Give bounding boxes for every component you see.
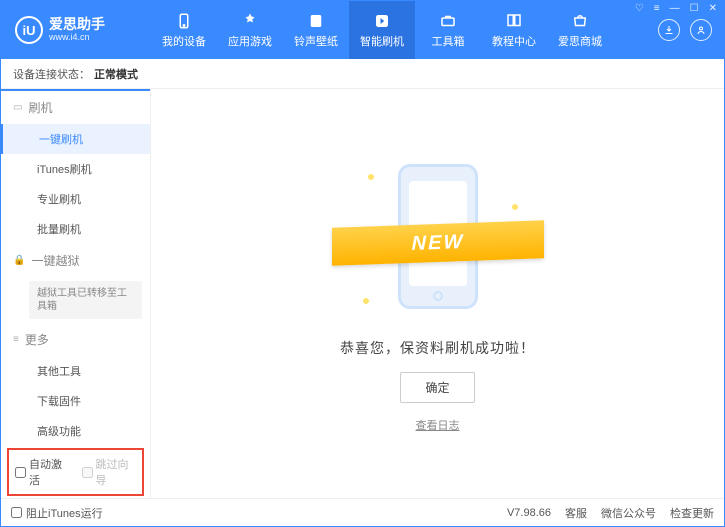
book-icon	[505, 12, 523, 30]
sidebar-item-download-fw[interactable]: 下载固件	[1, 386, 150, 416]
store-icon	[571, 12, 589, 30]
status-label: 设备连接状态：	[13, 66, 90, 82]
menu-icon[interactable]: ≡	[652, 3, 662, 14]
status-value: 正常模式	[94, 66, 138, 82]
sidebar-group-flash[interactable]: ▭ 刷机	[1, 89, 150, 124]
sidebar-item-oneclick[interactable]: 一键刷机	[1, 124, 150, 154]
jailbreak-note: 越狱工具已转移至工具箱	[29, 281, 142, 319]
sidebar-item-pro[interactable]: 专业刷机	[1, 184, 150, 214]
brand-name: 爱思助手	[49, 17, 105, 32]
top-nav: 我的设备 应用游戏 铃声壁纸 智能刷机 工具箱 教程中心 爱思商城	[151, 1, 646, 59]
nav-flash[interactable]: 智能刷机	[349, 1, 415, 59]
nav-ringtones[interactable]: 铃声壁纸	[283, 1, 349, 59]
nav-apps[interactable]: 应用游戏	[217, 1, 283, 59]
download-icon[interactable]	[658, 19, 680, 41]
success-illustration: NEW	[338, 154, 538, 324]
nav-toolbox[interactable]: 工具箱	[415, 1, 481, 59]
app-header: iU 爱思助手 www.i4.cn 我的设备 应用游戏 铃声壁纸 智能刷机 工具…	[1, 1, 724, 59]
footer-link-support[interactable]: 客服	[565, 505, 587, 521]
maximize-icon[interactable]: ☐	[688, 3, 701, 14]
view-log-link[interactable]: 查看日志	[416, 417, 460, 433]
logo-icon: iU	[15, 16, 43, 44]
lock-icon: 🔒	[13, 255, 25, 266]
flash-group-icon: ▭	[13, 102, 22, 113]
footer-link-update[interactable]: 检查更新	[670, 505, 714, 521]
device-icon	[175, 12, 193, 30]
user-icon[interactable]	[690, 19, 712, 41]
flash-icon	[373, 12, 391, 30]
success-message: 恭喜您，保资料刷机成功啦！	[340, 338, 535, 358]
nav-my-device[interactable]: 我的设备	[151, 1, 217, 59]
nav-store[interactable]: 爱思商城	[547, 1, 613, 59]
sidebar-item-othertools[interactable]: 其他工具	[1, 356, 150, 386]
minimize-icon[interactable]: —	[668, 3, 682, 14]
version-label: V7.98.66	[507, 507, 551, 519]
skip-guide-checkbox[interactable]: 跳过向导	[82, 456, 137, 488]
footer-link-wechat[interactable]: 微信公众号	[601, 505, 656, 521]
basket-icon[interactable]: ♡	[633, 3, 646, 14]
nav-tutorials[interactable]: 教程中心	[481, 1, 547, 59]
brand-url: www.i4.cn	[49, 33, 105, 43]
more-icon: ≡	[13, 334, 19, 345]
sidebar-item-batch[interactable]: 批量刷机	[1, 214, 150, 244]
options-highlight-box: 自动激活 跳过向导	[7, 448, 144, 496]
close-icon[interactable]: ✕	[707, 3, 719, 14]
apps-icon	[241, 12, 259, 30]
main-content: NEW 恭喜您，保资料刷机成功啦！ 确定 查看日志	[151, 89, 724, 498]
toolbox-icon	[439, 12, 457, 30]
auto-activate-checkbox[interactable]: 自动激活	[15, 456, 70, 488]
sidebar-group-jailbreak: 🔒 一键越狱	[1, 244, 150, 277]
sidebar-item-advanced[interactable]: 高级功能	[1, 416, 150, 446]
confirm-button[interactable]: 确定	[400, 372, 474, 403]
music-icon	[307, 12, 325, 30]
sidebar-item-itunes[interactable]: iTunes刷机	[1, 154, 150, 184]
new-ribbon: NEW	[332, 220, 544, 265]
sidebar: ▭ 刷机 一键刷机 iTunes刷机 专业刷机 批量刷机 🔒 一键越狱 越狱工具…	[1, 89, 151, 498]
block-itunes-checkbox[interactable]: 阻止iTunes运行	[11, 505, 103, 521]
footer: 阻止iTunes运行 V7.98.66 客服 微信公众号 检查更新	[1, 498, 724, 526]
status-bar: 设备连接状态： 正常模式	[1, 59, 724, 89]
logo-area: iU 爱思助手 www.i4.cn	[1, 16, 151, 44]
sidebar-group-more[interactable]: ≡ 更多	[1, 323, 150, 356]
